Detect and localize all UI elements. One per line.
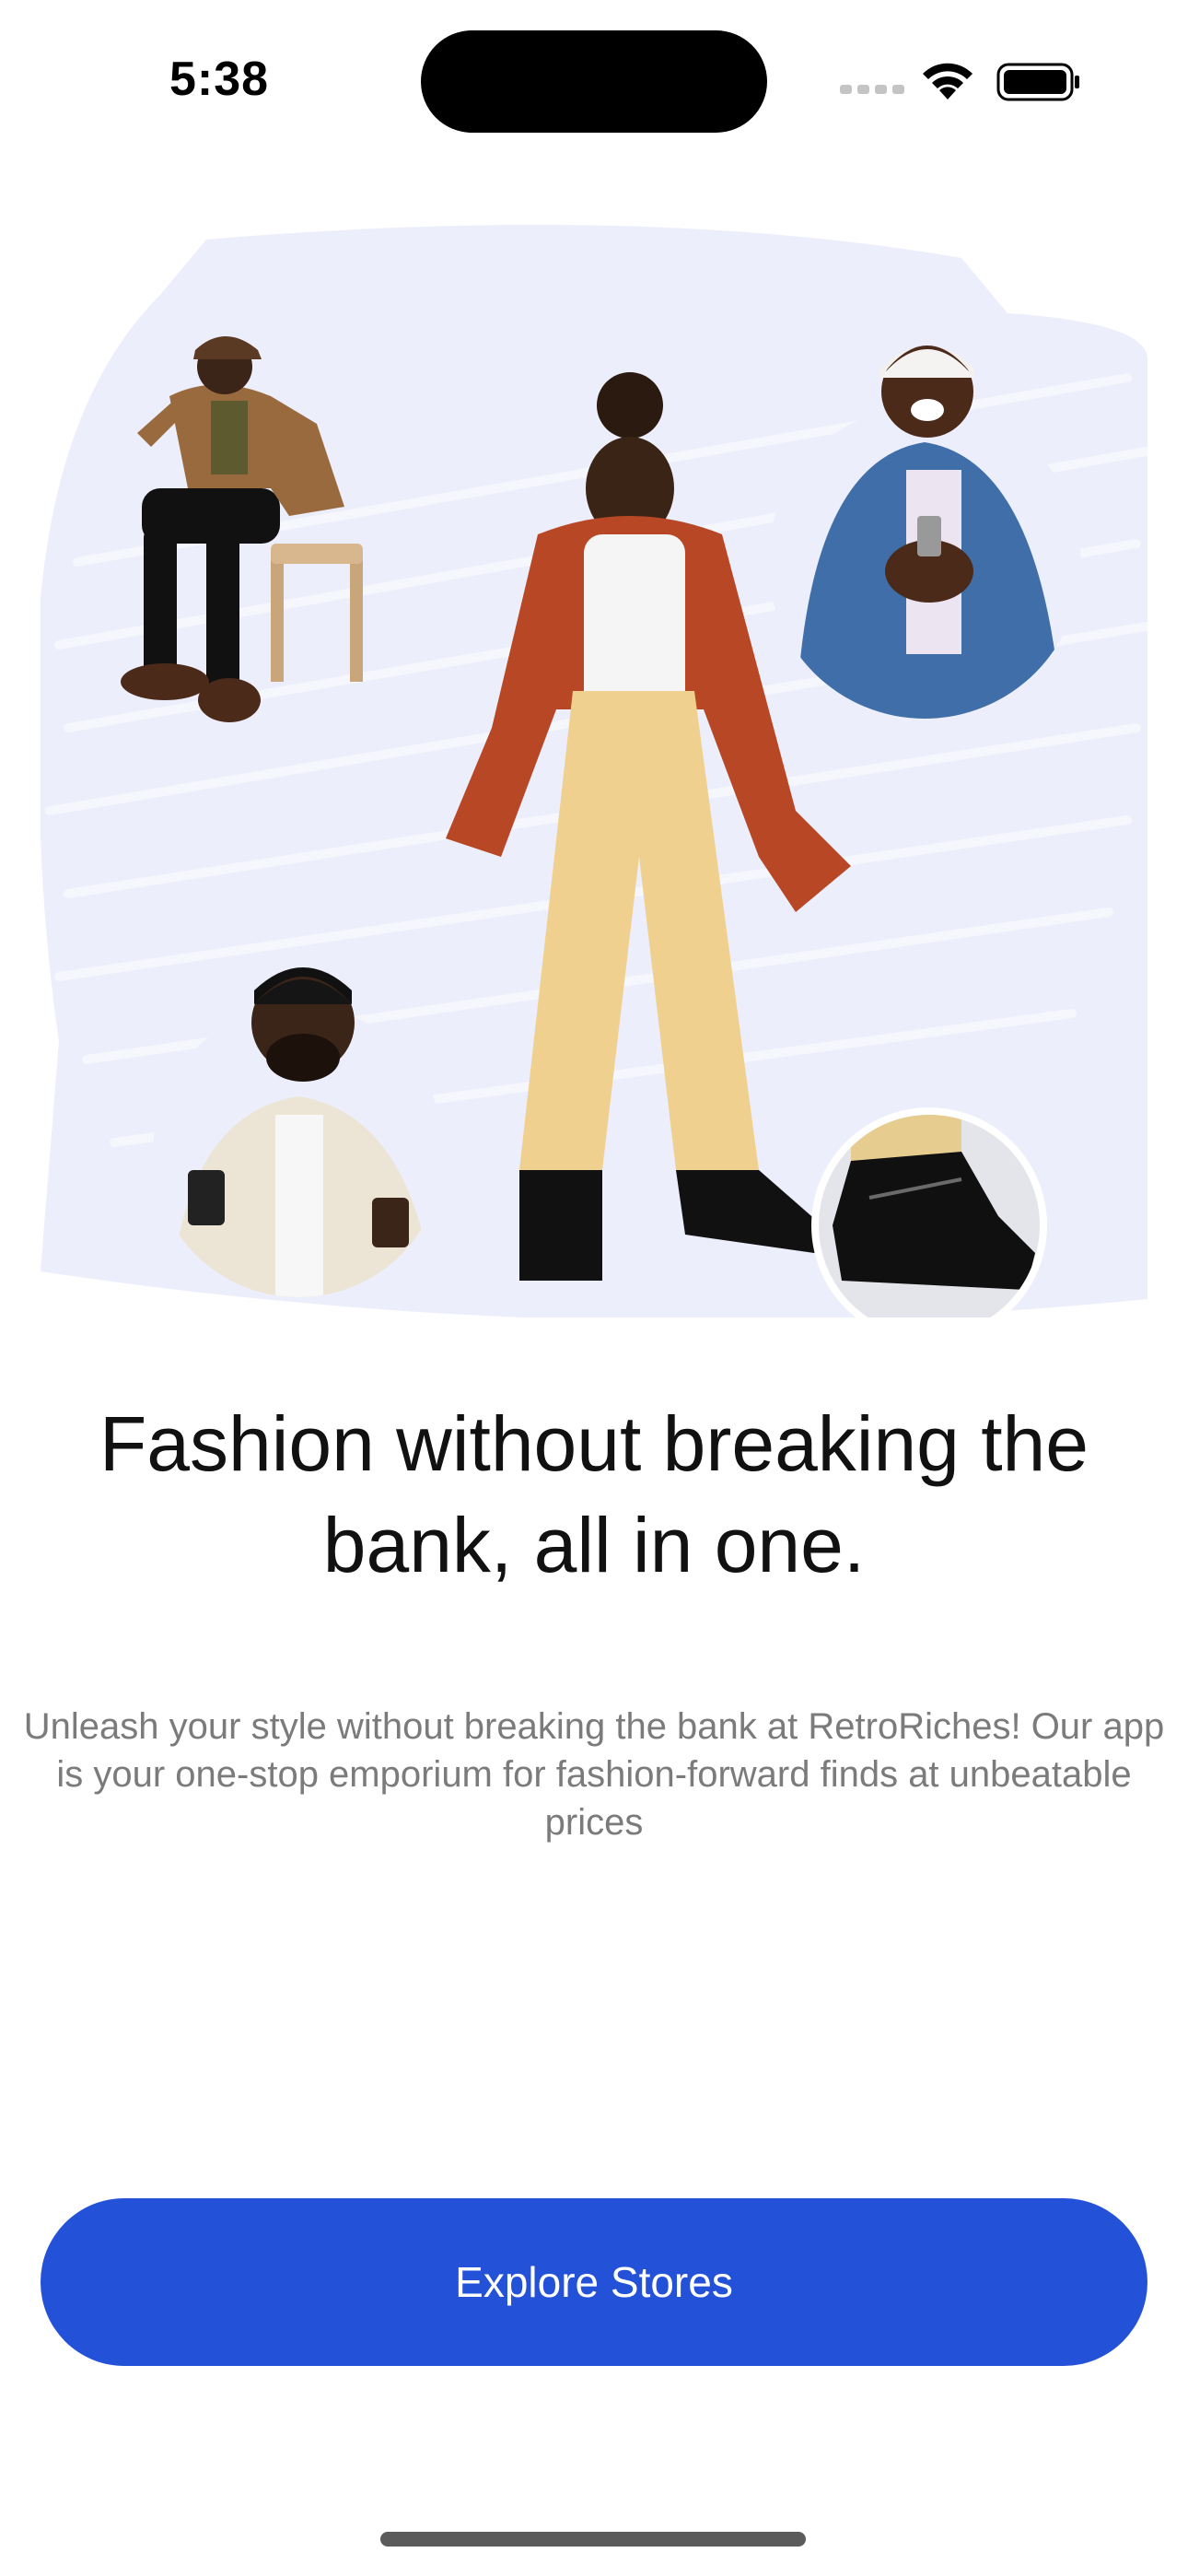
status-time: 5:38 xyxy=(169,53,270,106)
wifi-icon xyxy=(923,63,973,100)
battery-icon xyxy=(996,63,1079,101)
home-indicator[interactable] xyxy=(380,2532,806,2547)
dynamic-island xyxy=(421,30,767,133)
explore-stores-button[interactable]: Explore Stores xyxy=(41,2198,1147,2366)
onboarding-headline: Fashion without breaking the bank, all i… xyxy=(99,1400,1089,1588)
onboarding-description: Unleash your style without breaking the … xyxy=(23,1706,1165,1843)
hero-illustration xyxy=(41,212,1147,1317)
signal-icon xyxy=(840,85,904,98)
